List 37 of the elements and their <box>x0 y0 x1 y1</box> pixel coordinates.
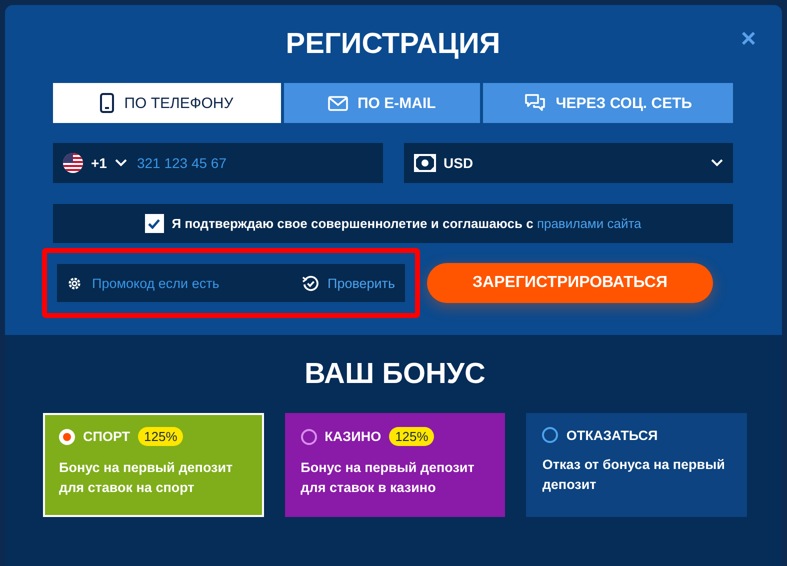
phone-field[interactable]: +1 321 123 45 67 <box>53 143 382 183</box>
bonus-name: СПОРТ <box>83 429 130 444</box>
bonus-option-card[interactable]: ОТКАЗАТЬСЯ Отказ от бонуса на первый депозит <box>526 413 748 517</box>
gear-icon <box>67 276 82 290</box>
currency-select[interactable]: USD <box>404 143 733 183</box>
bonus-name: ОТКАЗАТЬСЯ <box>566 428 658 442</box>
banknote-icon <box>414 154 436 172</box>
refresh-check-icon <box>302 274 320 292</box>
bonus-name: КАЗИНО <box>324 429 382 444</box>
radio-button[interactable] <box>300 428 317 444</box>
bonus-option-card[interactable]: СПОРТ 125% Бонус на первый депозит для ставок на спорт <box>43 413 264 517</box>
agreement-text: Я подтверждаю свое совершеннолетие и соглашаюсь с правилами сайта <box>172 216 642 231</box>
flag-icon <box>63 153 83 173</box>
agreement-checkbox[interactable] <box>144 214 164 233</box>
phone-input[interactable]: 321 123 45 67 <box>134 154 372 172</box>
country-code[interactable]: +1 <box>91 155 107 171</box>
currency-value: USD <box>444 155 474 171</box>
promo-code-field[interactable]: Промокод если есть Проверить <box>57 264 405 302</box>
bonus-option-card[interactable]: КАЗИНО 125% Бонус на первый депозит для ставок в казино <box>284 413 506 517</box>
bonus-title: ВАШ БОНУС <box>304 359 486 389</box>
chat-icon <box>524 93 546 113</box>
bonus-description: Бонус на первый депозит для ставок в казино <box>300 459 476 497</box>
percent-badge: 125% <box>138 427 184 446</box>
dialog-title: РЕГИСТРАЦИЯ <box>284 29 502 59</box>
checkmark-icon <box>148 218 160 228</box>
promo-input[interactable]: Промокод если есть <box>90 274 294 292</box>
chevron-down-icon <box>711 159 723 167</box>
phone-icon <box>100 93 114 113</box>
bonus-description: Бонус на первый депозит для ставок на спорт <box>59 459 234 497</box>
bonus-description: Отказ от бонуса на первый депозит <box>542 456 726 494</box>
mail-icon <box>328 96 348 110</box>
percent-badge: 125% <box>389 427 434 446</box>
chevron-down-icon <box>114 159 127 167</box>
check-button[interactable]: Проверить <box>302 274 395 292</box>
radio-button[interactable] <box>542 427 558 443</box>
tab[interactable]: ПО ТЕЛЕФОНУ <box>53 83 280 123</box>
rules-link[interactable]: правилами сайта <box>536 216 642 231</box>
